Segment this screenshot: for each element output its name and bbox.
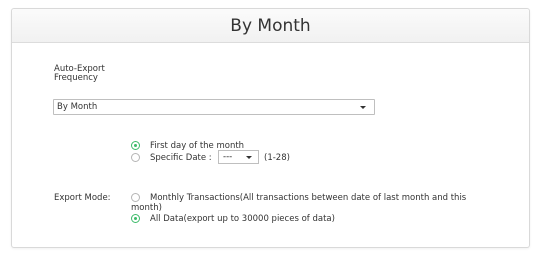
- specific-date-label: Specific Date :: [150, 153, 212, 163]
- export-mode-label: Export Mode:: [54, 193, 111, 203]
- specific-date-select[interactable]: ---: [218, 150, 259, 164]
- monthly-transactions-label-line2: month): [131, 203, 162, 213]
- export-settings-dialog: By Month: [11, 8, 530, 248]
- frequency-select[interactable]: By Month: [53, 99, 375, 115]
- dialog-title: By Month: [230, 15, 311, 36]
- specific-date-radio[interactable]: [131, 153, 140, 162]
- monthly-transactions-label-line1: Monthly Transactions(All transactions be…: [150, 193, 467, 203]
- monthly-transactions-radio[interactable]: [131, 193, 140, 202]
- frequency-selected-value: By Month: [57, 102, 98, 112]
- frequency-label-line2: Frequency: [54, 73, 98, 83]
- specific-date-value: ---: [223, 152, 233, 162]
- chevron-down-icon: [246, 156, 252, 159]
- all-data-radio[interactable]: [131, 214, 140, 223]
- dialog-header: By Month: [12, 9, 529, 43]
- chevron-down-icon: [360, 106, 366, 109]
- first-day-radio[interactable]: [131, 141, 140, 150]
- specific-date-range: (1-28): [264, 153, 290, 163]
- all-data-label: All Data(export up to 30000 pieces of da…: [150, 214, 335, 224]
